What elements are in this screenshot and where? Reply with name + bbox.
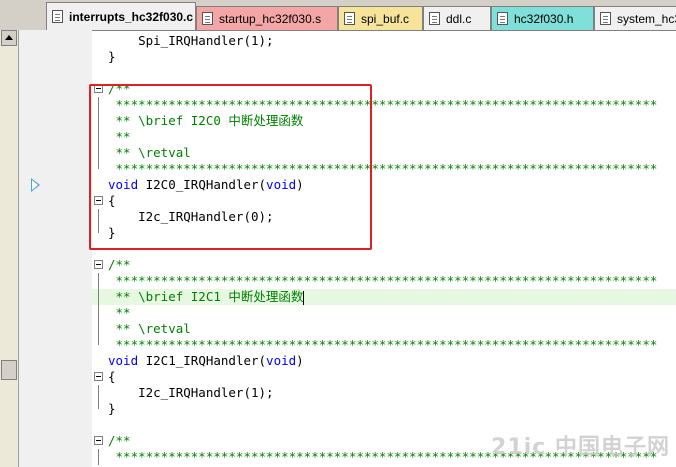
- current-line-arrow-icon: [31, 178, 40, 192]
- code-line: Spi_IRQHandler(1);: [108, 33, 274, 48]
- code-line: ****************************************…: [108, 273, 658, 288]
- current-line-highlight: 230 ** \brief I2C1 中断处理函数: [92, 289, 676, 305]
- code-line: /**: [108, 433, 131, 448]
- line-number-gutter: [46, 30, 92, 467]
- tab-spi-buf-c[interactable]: spi_buf.c: [338, 6, 423, 30]
- tab-ddl-c[interactable]: ddl.c: [423, 6, 491, 30]
- text-cursor: [303, 290, 305, 305]
- tab-label: hc32f030.h: [514, 12, 574, 26]
- code-line: I2c_IRQHandler(1);: [108, 385, 274, 400]
- code-line: ** \retval: [108, 321, 191, 336]
- code-line: **: [108, 305, 131, 320]
- tab-system-hc3[interactable]: system_hc3: [594, 6, 676, 30]
- breakpoint-margin[interactable]: [19, 30, 46, 467]
- fold-toggle-icon[interactable]: [94, 436, 103, 445]
- code-line: ** \brief I2C1 中断处理函数: [108, 289, 305, 305]
- highlight-annotation-box: [89, 84, 372, 250]
- tab-interrupts-hc32f030-c[interactable]: interrupts_hc32f030.c: [46, 2, 196, 30]
- vertical-scrollbar[interactable]: [0, 30, 18, 380]
- editor-tab-bar: system_hc3 hc32f030.h ddl.c spi_buf.c st…: [0, 0, 676, 31]
- fold-toggle-icon[interactable]: [94, 372, 103, 381]
- asm-file-icon: [202, 12, 213, 25]
- site-watermark: 21ic 中国电子网: [491, 435, 670, 460]
- code-line: }: [108, 49, 116, 64]
- tab-label: startup_hc32f030.s: [219, 12, 322, 26]
- code-line: /**: [108, 257, 131, 272]
- tab-startup-hc32f030-s[interactable]: startup_hc32f030.s: [196, 6, 338, 30]
- tab-label: system_hc3: [617, 12, 676, 26]
- h-file-icon: [497, 12, 508, 25]
- scrollbar-thumb[interactable]: [1, 360, 17, 380]
- scroll-up-arrow-icon[interactable]: [1, 30, 17, 46]
- code-line: void I2C1_IRQHandler(void): [108, 353, 304, 368]
- code-line: {: [108, 369, 116, 384]
- code-line: ****************************************…: [108, 337, 658, 352]
- c-file-icon: [600, 12, 611, 25]
- tab-hc32f030-h[interactable]: hc32f030.h: [491, 6, 594, 30]
- tab-label: interrupts_hc32f030.c: [69, 10, 194, 24]
- tab-label: spi_buf.c: [361, 12, 410, 26]
- tab-label: ddl.c: [446, 12, 472, 26]
- c-file-icon: [344, 12, 355, 25]
- c-file-icon: [429, 12, 440, 25]
- code-line: }: [108, 401, 116, 416]
- c-file-icon: [52, 10, 63, 23]
- fold-toggle-icon[interactable]: [94, 260, 103, 269]
